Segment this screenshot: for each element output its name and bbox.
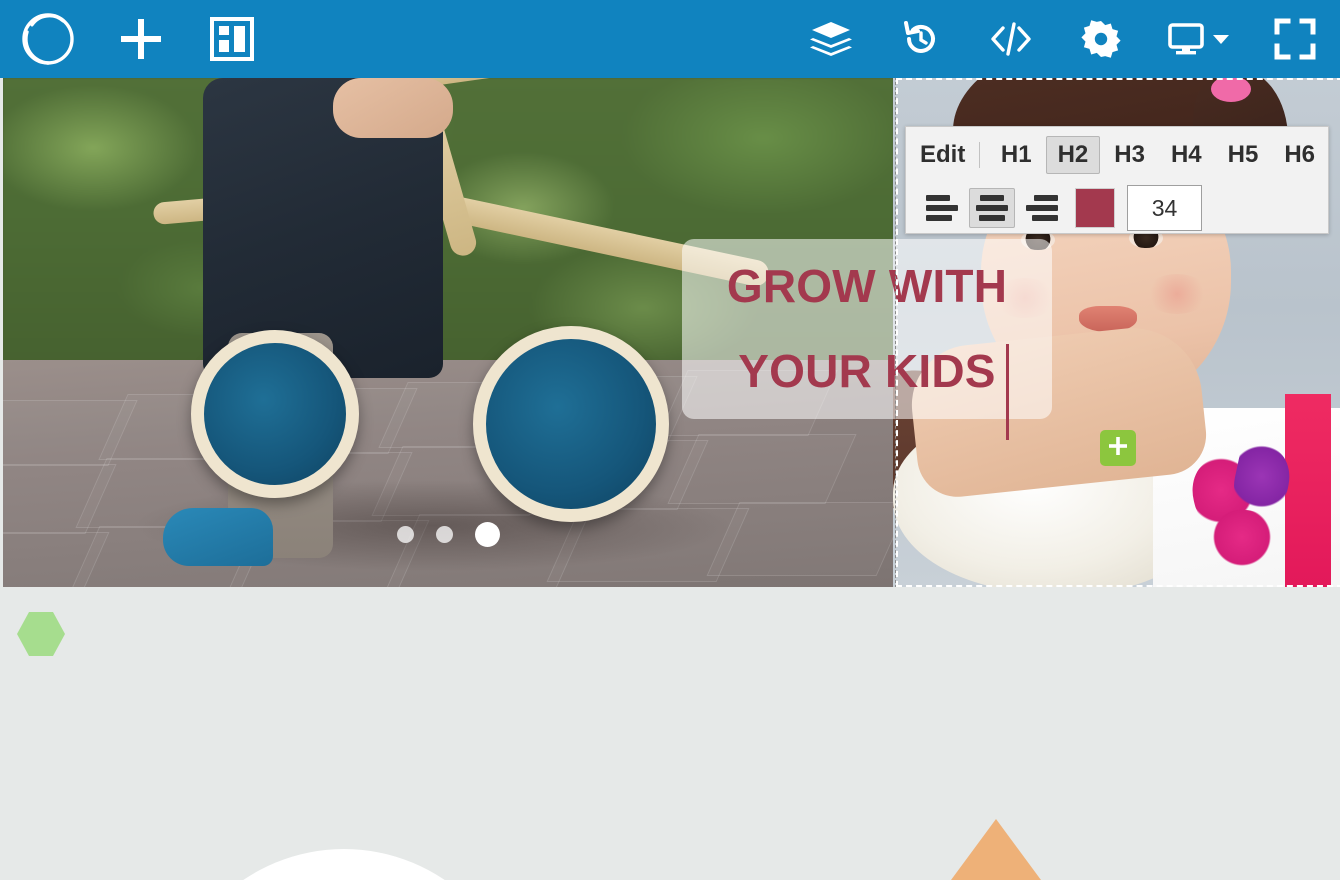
hero-photo-girl-cheek-right: [1145, 274, 1209, 314]
settings-button[interactable]: [1056, 0, 1146, 78]
heading-button-h6[interactable]: H6: [1272, 136, 1327, 174]
product-image-circle[interactable]: [165, 849, 523, 880]
toolbar-left-group: [0, 0, 278, 78]
align-center-button[interactable]: [969, 188, 1015, 228]
gear-icon: [1080, 18, 1122, 60]
align-center-icon: [976, 195, 1008, 221]
hero-dot-2[interactable]: [435, 526, 453, 543]
heading-button-h5[interactable]: H5: [1216, 136, 1271, 174]
text-color-swatch-button[interactable]: [1075, 188, 1115, 228]
heading-button-h4[interactable]: H4: [1159, 136, 1214, 174]
code-view-button[interactable]: [966, 0, 1056, 78]
device-preview-button[interactable]: [1146, 0, 1250, 78]
circle-logo-icon: [19, 10, 77, 68]
triangle-card-shape[interactable]: [878, 819, 1114, 880]
hero-photo-bike-wheel-rear: [473, 326, 669, 522]
hexagon-badge[interactable]: [17, 612, 65, 656]
text-cursor-caret: [1006, 344, 1009, 440]
align-left-button[interactable]: [919, 188, 965, 228]
hero-dot-3[interactable]: [474, 522, 500, 547]
layers-stack-icon: [810, 18, 852, 60]
add-block-button[interactable]: [1100, 430, 1136, 466]
layout-grid-icon: [210, 17, 254, 61]
heading-level-row: Edit H1 H2 H3 H4 H5 H6: [906, 127, 1328, 183]
hero-banner-section[interactable]: Grow With Your Kids Edit H1 H2 H3 H4 H5 …: [3, 78, 1340, 587]
hero-heading-text[interactable]: Grow With Your Kids: [682, 239, 1052, 419]
hero-photo-butterfly-pink-lower: [1211, 510, 1273, 570]
page-canvas: Grow With Your Kids Edit H1 H2 H3 H4 H5 …: [0, 78, 1340, 880]
fullscreen-expand-icon: [1273, 17, 1317, 61]
plus-icon: [118, 16, 164, 62]
logo-button[interactable]: [0, 0, 96, 78]
hero-heading-line-1: Grow With: [726, 259, 1008, 312]
toolbar-divider: [979, 142, 980, 168]
chevron-down-icon: [1212, 32, 1230, 46]
add-button[interactable]: [96, 0, 186, 78]
layers-button[interactable]: [786, 0, 876, 78]
text-format-row: [906, 183, 1328, 233]
heading-button-h3[interactable]: H3: [1102, 136, 1157, 174]
hero-photo-dress-stripe: [1285, 394, 1331, 587]
heading-button-h2[interactable]: H2: [1045, 136, 1101, 174]
heading-button-h1[interactable]: H1: [989, 136, 1044, 174]
hero-photo-bike-wheel-front: [191, 330, 359, 498]
font-size-input[interactable]: [1127, 185, 1202, 231]
plus-icon: [1107, 435, 1129, 462]
app-toolbar: [0, 0, 1340, 78]
align-left-icon: [926, 195, 958, 221]
history-button[interactable]: [876, 0, 966, 78]
hero-photo-child-arm: [333, 78, 453, 138]
toolbar-right-group: [786, 0, 1340, 78]
align-right-icon: [1026, 195, 1058, 221]
hero-heading-line-2: Your Kids: [738, 345, 996, 397]
content-section: Get To Know: [0, 587, 1340, 880]
desktop-monitor-icon: [1167, 20, 1205, 58]
history-undo-clock-icon: [900, 18, 942, 60]
code-brackets-icon: [988, 16, 1034, 62]
hero-dot-1[interactable]: [396, 526, 414, 543]
text-edit-toolbar[interactable]: Edit H1 H2 H3 H4 H5 H6: [905, 126, 1329, 234]
hero-heading-block[interactable]: Grow With Your Kids: [682, 239, 1052, 419]
edit-label: Edit: [920, 141, 966, 168]
align-right-button[interactable]: [1019, 188, 1065, 228]
layout-button[interactable]: [186, 0, 278, 78]
fullscreen-button[interactable]: [1250, 0, 1340, 78]
hero-carousel-dots: [3, 522, 893, 547]
